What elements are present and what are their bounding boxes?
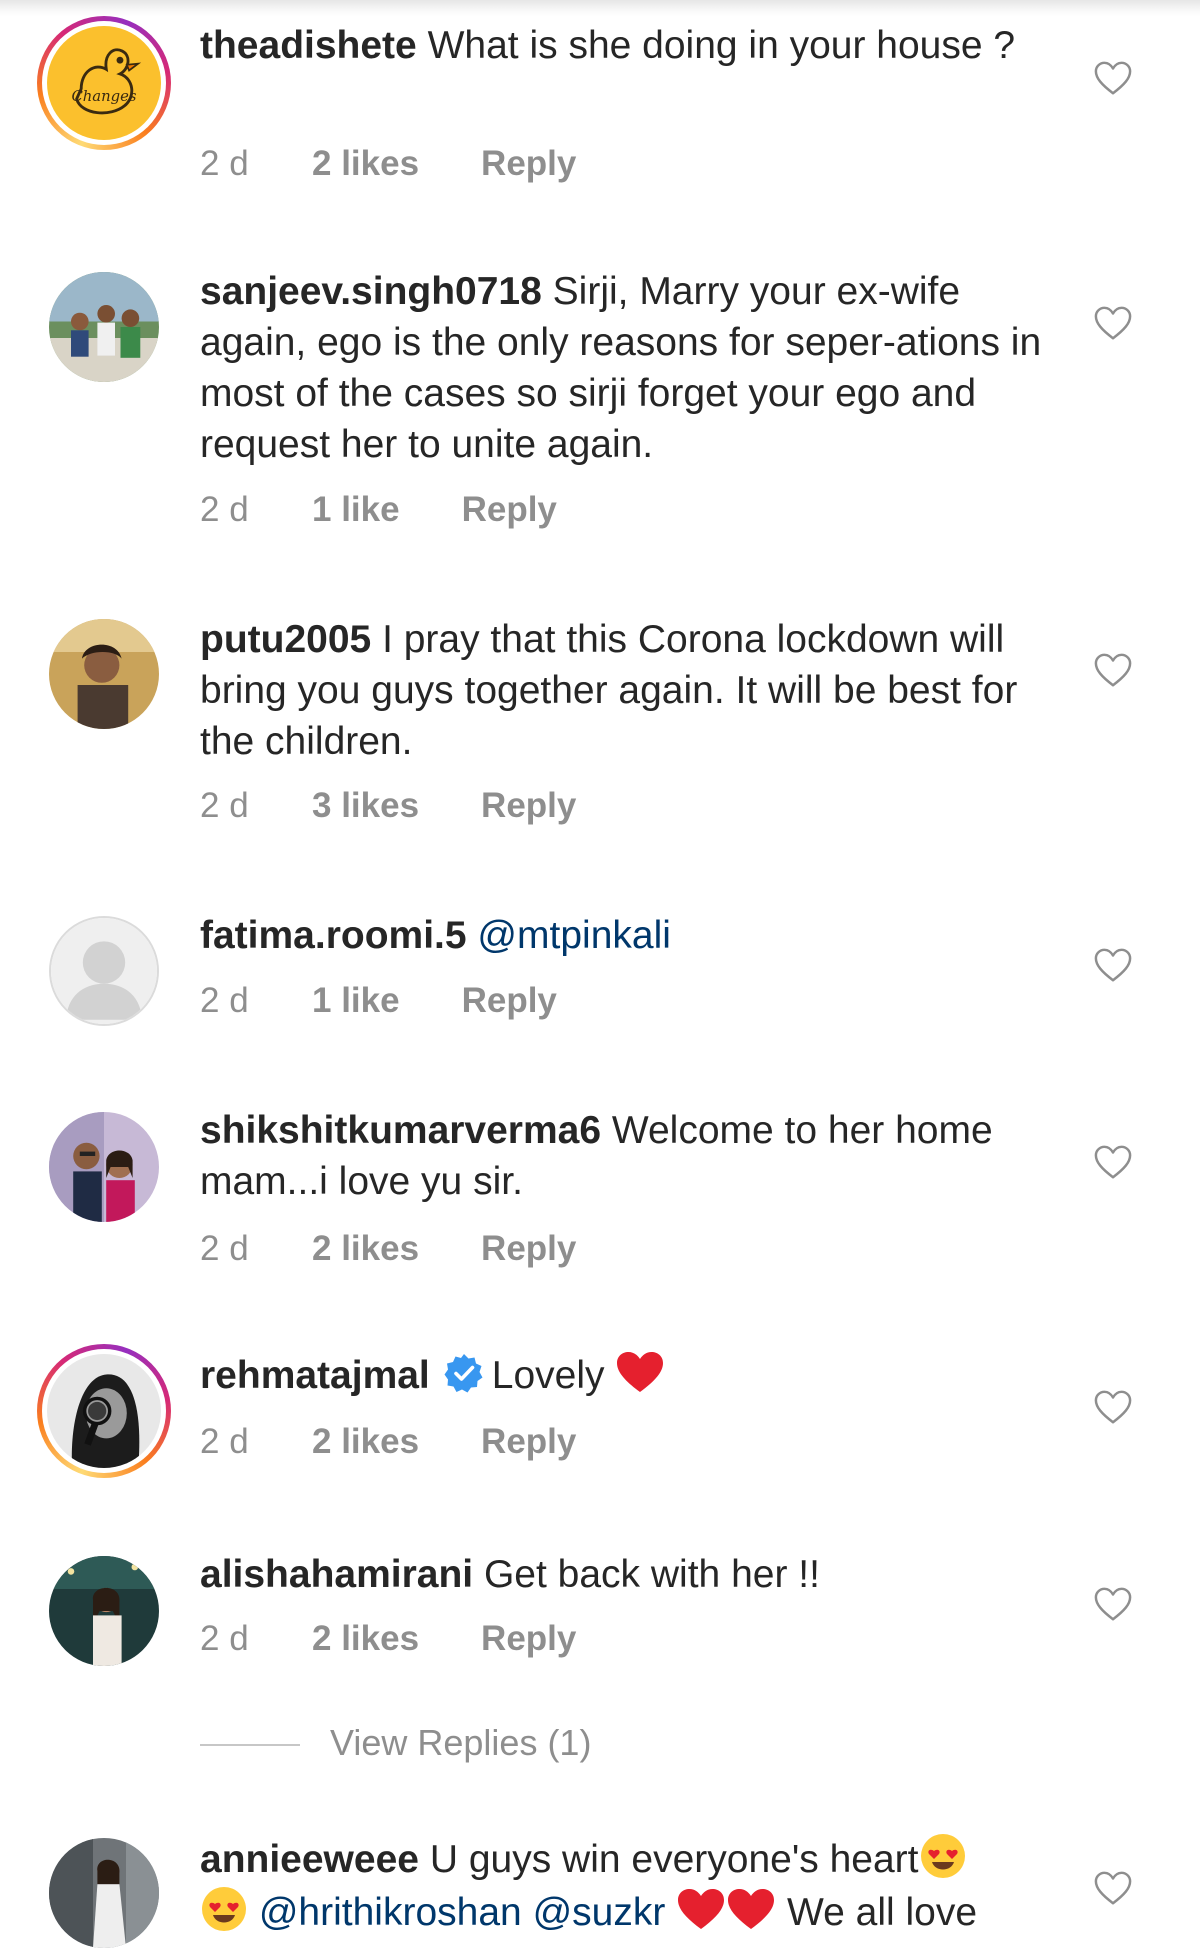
avatar[interactable] [49,1112,159,1222]
avatar[interactable] [49,916,159,1026]
heart-outline-icon[interactable] [1094,1586,1132,1622]
avatar[interactable] [49,1838,159,1948]
comment-text: sanjeev.singh0718 Sirji, Marry your ex-w… [200,266,1060,470]
likes-count[interactable]: 2 likes [312,1229,419,1269]
comment-body: Get back with her !! [483,1553,820,1596]
likes-count[interactable]: 2 likes [312,1619,419,1659]
avatar-logo-text: Changes [71,88,136,105]
comment-text: putu2005 I pray that this Corona lockdow… [200,614,1060,767]
comment-body: We all love [787,1891,978,1934]
heart-outline-icon[interactable] [1094,1870,1132,1906]
divider [200,1744,300,1747]
likes-count[interactable]: 2 likes [312,1422,419,1462]
avatar[interactable] [49,619,159,729]
reply-button[interactable]: Reply [462,981,557,1021]
username[interactable]: putu2005 [200,618,371,661]
comment-body: What is she doing in your house ? [427,24,1016,67]
likes-count[interactable]: 1 like [312,981,400,1021]
heart-eyes-emoji [200,1885,248,1933]
red-heart-emoji [676,1887,726,1931]
mention-link[interactable]: @mtpinkali [477,914,670,957]
comment-body: U guys win everyone's heart [429,1838,919,1881]
comment-body: Lovely [491,1354,605,1397]
username[interactable]: annieeweee [200,1838,419,1881]
reply-button[interactable]: Reply [481,1229,576,1269]
comment-meta: 2 d 1 like Reply [200,981,557,1021]
heart-outline-icon[interactable] [1094,652,1132,688]
timestamp: 2 d [200,981,249,1020]
timestamp: 2 d [200,1422,249,1461]
verified-badge-icon [444,1353,484,1393]
comment-text: theadishete What is she doing in your ho… [200,20,1060,71]
username[interactable]: rehmatajmal [200,1354,430,1397]
heart-outline-icon[interactable] [1094,1389,1132,1425]
reply-button[interactable]: Reply [481,1619,576,1659]
timestamp: 2 d [200,1619,249,1658]
comment-meta: 2 d 2 likes Reply [200,1619,576,1659]
username[interactable]: fatima.roomi.5 [200,914,467,957]
heart-eyes-emoji [919,1832,967,1880]
reply-button[interactable]: Reply [481,786,576,826]
timestamp: 2 d [200,144,249,183]
mention-link[interactable]: @suzkr [533,1891,666,1934]
likes-count[interactable]: 2 likes [312,144,419,184]
comment-text: alishahamirani Get back with her !! [200,1549,1060,1600]
comment-text: shikshitkumarverma6 Welcome to her home … [200,1105,1060,1207]
heart-outline-icon[interactable] [1094,947,1132,983]
view-replies-label: View Replies (1) [330,1722,592,1763]
username[interactable]: shikshitkumarverma6 [200,1109,601,1152]
comment-text: rehmatajmal Lovely [200,1350,1060,1401]
mention-link[interactable]: @hrithikroshan [259,1891,522,1934]
reply-button[interactable]: Reply [481,1422,576,1462]
status-bar-shadow [0,0,1200,16]
timestamp: 2 d [200,786,249,825]
likes-count[interactable]: 1 like [312,490,400,530]
username[interactable]: alishahamirani [200,1553,473,1596]
avatar[interactable] [37,1344,171,1478]
comment-text: annieeweee U guys win everyone's heart @… [200,1832,1060,1938]
comment-meta: 2 d 3 likes Reply [200,786,576,826]
comment-text: fatima.roomi.5 @mtpinkali [200,910,1060,961]
comment-meta: 2 d 2 likes Reply [200,1229,576,1269]
red-heart-emoji [726,1887,776,1931]
avatar[interactable] [49,272,159,382]
timestamp: 2 d [200,490,249,529]
username[interactable]: sanjeev.singh0718 [200,270,542,313]
reply-button[interactable]: Reply [462,490,557,530]
likes-count[interactable]: 3 likes [312,786,419,826]
heart-outline-icon[interactable] [1094,305,1132,341]
reply-button[interactable]: Reply [481,144,576,184]
avatar[interactable]: Changes [37,16,171,150]
comment-meta: 2 d 2 likes Reply [200,144,576,184]
timestamp: 2 d [200,1229,249,1268]
red-heart-emoji [615,1350,665,1394]
avatar[interactable] [49,1556,159,1666]
username[interactable]: theadishete [200,24,417,67]
view-replies-button[interactable]: View Replies (1) [200,1722,591,1764]
heart-outline-icon[interactable] [1094,1144,1132,1180]
comment-meta: 2 d 2 likes Reply [200,1422,576,1462]
heart-outline-icon[interactable] [1094,60,1132,96]
comment-meta: 2 d 1 like Reply [200,490,557,530]
